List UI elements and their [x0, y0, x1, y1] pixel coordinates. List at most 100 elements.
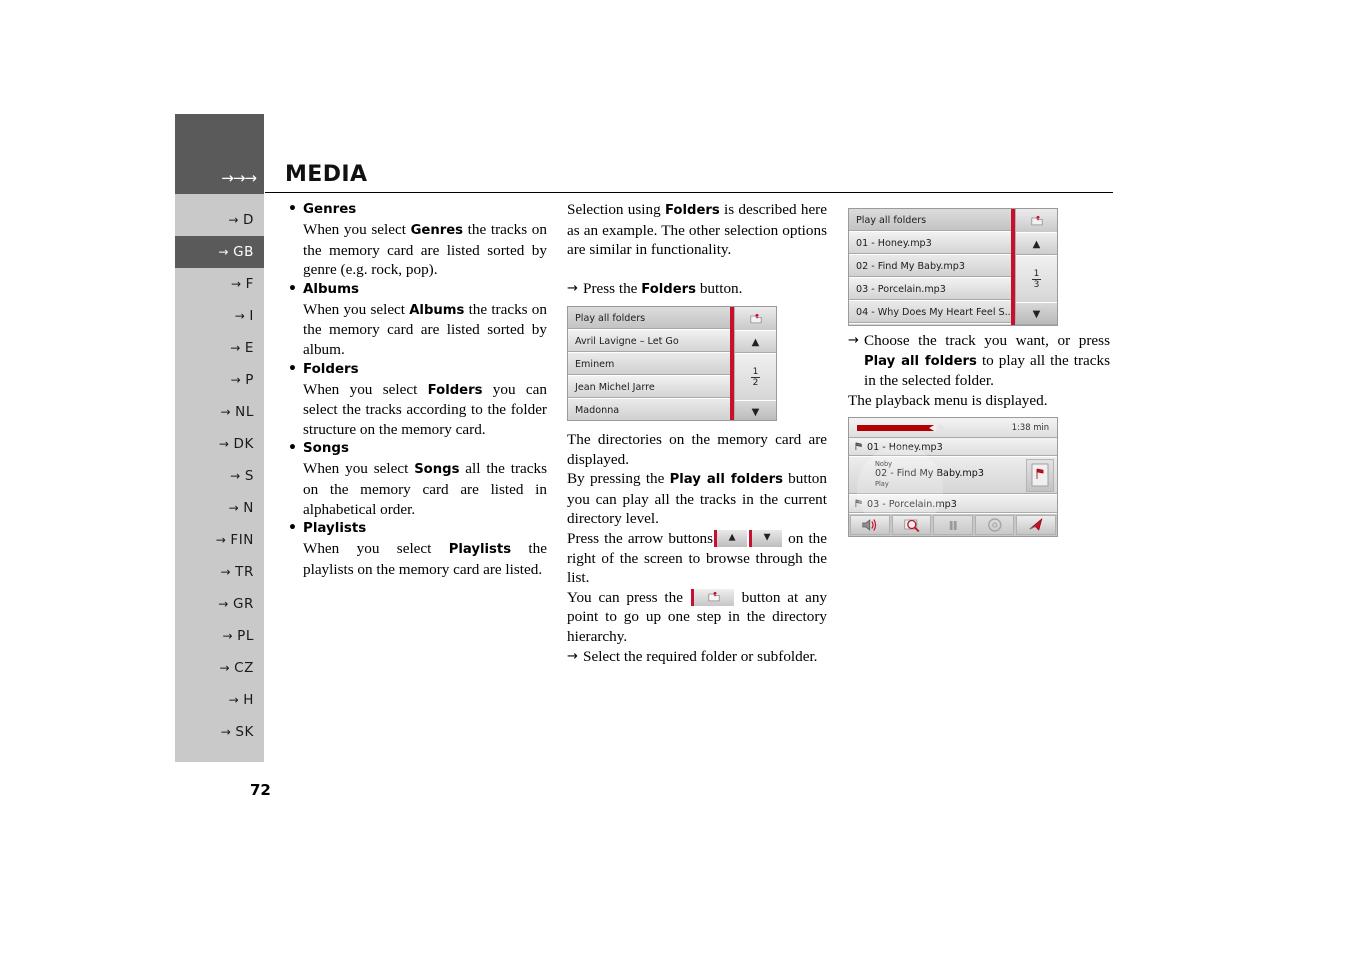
language-tab-i[interactable]: → I	[175, 300, 264, 332]
progress-handle-left-icon[interactable]	[929, 424, 936, 432]
next-track-label: 03 - Porcelain.mp3	[867, 499, 957, 510]
inline-folder-up-button[interactable]	[690, 588, 734, 606]
playback-toolbar	[849, 514, 1057, 536]
language-tab-label: SK	[235, 724, 254, 740]
language-tab-label: CZ	[234, 660, 254, 676]
scroll-down-button[interactable]: ▼	[1016, 303, 1057, 325]
desc-pre: When you select	[303, 221, 411, 238]
language-tab-p[interactable]: → P	[175, 364, 264, 396]
pause-icon[interactable]	[933, 515, 973, 535]
language-tab-pl[interactable]: → PL	[175, 620, 264, 652]
bullet-term: Songs	[285, 438, 547, 459]
list-item[interactable]: 03 - Porcelain.mp3	[849, 278, 1015, 301]
language-tab-tr[interactable]: → TR	[175, 556, 264, 588]
disc-icon[interactable]	[974, 515, 1015, 535]
directories-note: The directories on the memory card are d…	[567, 431, 827, 468]
arrows-pre: Press the arrow buttons	[567, 529, 714, 547]
list-item[interactable]: Madonna	[568, 399, 734, 420]
list-item[interactable]: Avril Lavigne – Let Go	[568, 330, 734, 353]
bullet-description: When you select Songs all the tracks on …	[285, 459, 547, 519]
page-den: 3	[1033, 279, 1040, 290]
language-tab-e[interactable]: → E	[175, 332, 264, 364]
folder-up-glyph	[749, 313, 762, 323]
device-screenshot-playback-menu: 1:38 min 01 - Honey.mp3 Noby 02 - Find M…	[848, 417, 1058, 537]
list-item[interactable]: 01 - Honey.mp3	[849, 232, 1015, 255]
folder-up-icon[interactable]	[1016, 209, 1057, 233]
list-item[interactable]: 04 - Why Does My Heart Feel S..	[849, 301, 1015, 324]
play-all-folders-button[interactable]: Play all folders	[849, 209, 1015, 232]
language-tab-gb[interactable]: → GB	[175, 236, 264, 268]
language-tab-cz[interactable]: → CZ	[175, 652, 264, 684]
playback-row-next[interactable]: 03 - Porcelain.mp3	[849, 495, 1057, 514]
list-item[interactable]: 02 - Find My Baby.mp3	[849, 255, 1015, 278]
desc-pre: When you select	[303, 380, 428, 398]
language-tab-label: DK	[233, 436, 254, 452]
intro-paragraph: Selection using Folders is described her…	[567, 200, 827, 260]
language-tab-f[interactable]: → F	[175, 268, 264, 300]
desc-pre: When you select	[303, 460, 415, 478]
page-num: 1	[1031, 268, 1042, 280]
page-fraction: 1 3	[1031, 268, 1042, 290]
folder-up-icon[interactable]	[735, 307, 776, 331]
language-tab-label: I	[249, 308, 254, 324]
language-tab-label: H	[243, 692, 254, 708]
choose-pre: Choose the track you want, or press	[864, 332, 1110, 349]
progress-bar[interactable]	[857, 424, 946, 432]
language-tab-label: PL	[237, 628, 254, 644]
language-tab-s[interactable]: → S	[175, 460, 264, 492]
header-divider	[265, 192, 1113, 193]
language-tab-dk[interactable]: → DK	[175, 428, 264, 460]
down-arrow-icon: ▼	[763, 532, 771, 543]
inline-scroll-down-button[interactable]: ▼	[749, 529, 783, 547]
inline-scroll-up-button[interactable]: ▲	[714, 529, 748, 547]
list-item[interactable]: Jean Michel Jarre	[568, 376, 734, 399]
navigation-arrow-icon[interactable]	[1016, 515, 1056, 535]
play-all-folders-button[interactable]: Play all folders	[568, 307, 734, 330]
page-title: MEDIA	[285, 162, 368, 187]
arrow-icon: →	[228, 693, 240, 707]
language-tab-gr[interactable]: → GR	[175, 588, 264, 620]
language-tab-d[interactable]: → D	[175, 204, 264, 236]
track-list-area: Play all folders 01 - Honey.mp3 02 - Find …	[849, 209, 1015, 325]
track-time: 1:38 min	[1011, 422, 1049, 432]
arrow-icon: →	[234, 309, 246, 323]
current-track-art-icon[interactable]	[1026, 459, 1054, 492]
language-tab-label: D	[243, 212, 254, 228]
rail-header-block: →→→	[175, 114, 264, 194]
scroll-down-button[interactable]: ▼	[735, 401, 776, 420]
scroll-up-button[interactable]: ▲	[1016, 233, 1057, 256]
scroll-up-button[interactable]: ▲	[735, 331, 776, 354]
playback-row-previous[interactable]: 01 - Honey.mp3	[849, 438, 1057, 457]
arrow-icon: →	[220, 725, 232, 739]
page-fraction: 1 2	[750, 366, 761, 388]
language-tab-sk[interactable]: → SK	[175, 716, 264, 748]
map-search-icon[interactable]	[891, 515, 932, 535]
intro-bold: Folders	[664, 203, 720, 218]
page-den: 2	[752, 377, 759, 388]
progress-handle-right-icon[interactable]	[939, 424, 946, 432]
language-tab-n[interactable]: → N	[175, 492, 264, 524]
music-note-icon	[855, 499, 862, 508]
language-tab-fin[interactable]: → FIN	[175, 524, 264, 556]
folder-up-glyph	[1030, 215, 1043, 225]
language-tab-label: E	[244, 340, 254, 356]
speaker-volume-icon[interactable]	[850, 515, 890, 535]
desc-pre: When you select	[303, 300, 410, 318]
bullet-term: Playlists	[285, 518, 547, 539]
step-press-post: button.	[696, 279, 743, 297]
arrow-icon: →	[219, 661, 231, 675]
arrow-icon: →	[222, 629, 234, 643]
arrow-icon: →	[215, 533, 227, 547]
page-num: 1	[750, 366, 761, 378]
folder-side-controls: ▲ 1 2 ▼	[734, 307, 776, 420]
updir-pre: You can press the	[567, 588, 683, 606]
language-tab-nl[interactable]: → NL	[175, 396, 264, 428]
folder-up-icon	[708, 592, 720, 602]
language-tab-h[interactable]: → H	[175, 684, 264, 716]
bullet-description: When you select Genres the tracks on the…	[285, 220, 547, 280]
playback-current-track[interactable]: Noby 02 - Find My Baby.mp3 Play	[849, 457, 1057, 495]
language-tab-label: F	[245, 276, 254, 292]
list-item[interactable]: Eminem	[568, 353, 734, 376]
music-note-icon	[855, 442, 862, 451]
